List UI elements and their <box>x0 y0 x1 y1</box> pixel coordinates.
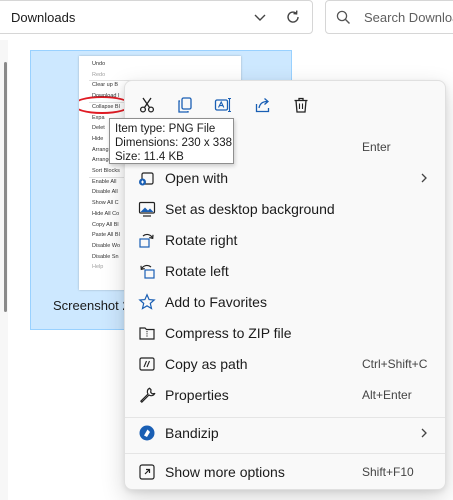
menu-item-show-more-options[interactable]: Show more options Shift+F10 <box>125 458 445 486</box>
copy-path-label: Copy as path <box>165 356 248 372</box>
cut-icon[interactable] <box>136 94 158 116</box>
thumbnail-menu-item: Disable All <box>92 189 118 196</box>
search-box[interactable]: Search Downloads <box>325 0 453 34</box>
toolbar: Downloads Search Downloads <box>0 0 453 40</box>
thumbnail-menu-item: Redo <box>92 71 106 78</box>
menu-item-copy-as-path[interactable]: Copy as path Ctrl+Shift+C <box>125 350 445 378</box>
bandizip-label: Bandizip <box>165 425 219 441</box>
file-info-tooltip: Item type: PNG File Dimensions: 230 x 33… <box>109 118 234 164</box>
chevron-right-icon <box>417 171 431 185</box>
scrollbar-thumb[interactable] <box>4 62 7 312</box>
thumbnail-menu-item: Expa <box>92 114 105 121</box>
menu-item-rotate-right[interactable]: Rotate right <box>125 226 445 254</box>
rotate-left-icon <box>138 262 156 280</box>
show-more-icon <box>138 463 156 481</box>
copy-icon[interactable] <box>174 94 196 116</box>
thumbnail-menu-item: Delet <box>92 125 105 132</box>
menu-separator <box>125 417 445 418</box>
menu-item-add-to-favorites[interactable]: Add to Favorites <box>125 288 445 316</box>
add-favorites-label: Add to Favorites <box>165 294 267 310</box>
thumbnail-menu-item: Clear up B <box>92 82 118 89</box>
address-bar[interactable]: Downloads <box>0 0 313 34</box>
search-placeholder[interactable]: Search Downloads <box>364 10 453 25</box>
show-more-label: Show more options <box>165 464 285 480</box>
chevron-down-icon[interactable] <box>252 9 268 25</box>
thumbnail-menu-item: Download I <box>92 93 120 100</box>
thumbnail-menu-item: Hide All Co <box>92 210 120 217</box>
thumbnail-menu-item: Disable Sn <box>92 253 119 260</box>
set-background-label: Set as desktop background <box>165 201 335 217</box>
tooltip-size: Size: 11.4 KB <box>115 151 184 163</box>
chevron-right-icon <box>417 426 431 440</box>
bandizip-icon <box>138 424 156 442</box>
thumbnail-menu-item: Paste All Bl <box>92 232 120 239</box>
thumbnail-menu-item: Undo <box>92 61 106 67</box>
star-icon <box>138 293 156 311</box>
rotate-left-label: Rotate left <box>165 263 229 279</box>
compress-zip-label: Compress to ZIP file <box>165 325 292 341</box>
search-icon <box>336 10 351 25</box>
rotate-right-label: Rotate right <box>165 232 238 248</box>
thumbnail-menu-item: Collapse Bl <box>92 103 120 110</box>
thumbnail-menu-item: Disable Wo <box>92 242 121 249</box>
open-shortcut: Enter <box>362 140 391 154</box>
tooltip-dimensions: Dimensions: 230 x 338 <box>115 137 232 149</box>
thumbnail-menu-item: Arrang <box>92 146 109 153</box>
share-icon[interactable] <box>252 94 274 116</box>
thumbnail-menu-item: Copy All Bl <box>92 221 119 228</box>
menu-item-open-with[interactable]: Open with <box>125 164 445 192</box>
menu-separator <box>125 453 445 454</box>
thumbnail-menu-item: Show All C <box>92 200 119 207</box>
copy-path-icon <box>138 355 156 373</box>
show-more-shortcut: Shift+F10 <box>362 465 414 479</box>
zip-folder-icon <box>138 324 156 342</box>
open-with-label: Open with <box>165 170 229 186</box>
thumbnail-menu-item: Hide <box>92 135 104 142</box>
thumbnail-menu-item: Enable All <box>92 178 117 185</box>
thumbnail-menu-item: Help <box>92 264 104 271</box>
rotate-right-icon <box>138 231 156 249</box>
address-path: Downloads <box>11 10 76 25</box>
rename-icon[interactable] <box>212 94 234 116</box>
properties-shortcut: Alt+Enter <box>362 388 412 402</box>
menu-item-set-desktop-background[interactable]: Set as desktop background <box>125 195 445 223</box>
menu-item-bandizip[interactable]: Bandizip <box>125 419 445 447</box>
thumbnail-menu-item: Sort Blocks <box>92 168 120 174</box>
menu-item-properties[interactable]: Properties Alt+Enter <box>125 381 445 409</box>
menu-item-rotate-left[interactable]: Rotate left <box>125 257 445 285</box>
desktop-background-icon <box>138 200 156 218</box>
menu-item-compress-zip[interactable]: Compress to ZIP file <box>125 319 445 347</box>
properties-label: Properties <box>165 387 229 403</box>
copy-path-shortcut: Ctrl+Shift+C <box>362 357 428 371</box>
tooltip-item-type: Item type: PNG File <box>115 123 216 135</box>
refresh-icon[interactable] <box>284 8 302 26</box>
wrench-icon <box>138 386 156 404</box>
open-with-icon <box>138 169 156 187</box>
delete-icon[interactable] <box>290 94 312 116</box>
